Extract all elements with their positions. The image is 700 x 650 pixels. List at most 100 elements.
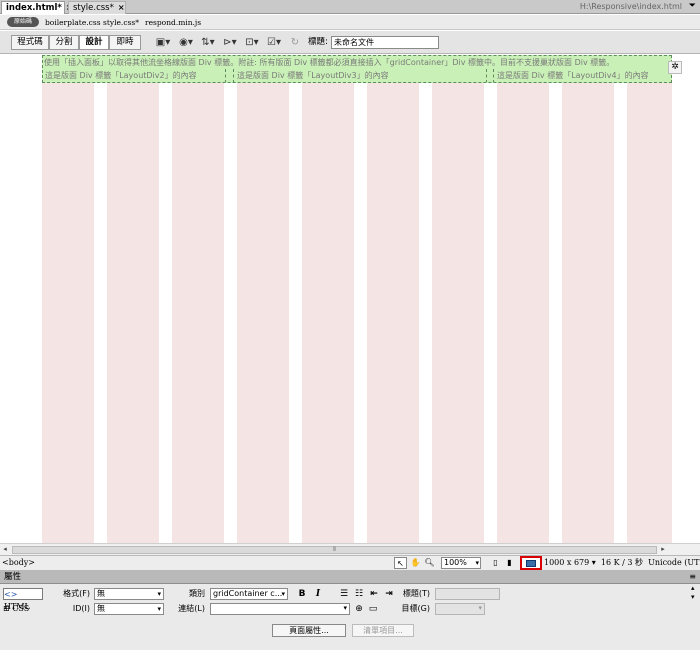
settings-icon[interactable]: ✲ — [668, 61, 682, 74]
split-view-button[interactable]: 分割 — [49, 35, 79, 50]
id-label: ID(I) — [72, 604, 90, 613]
panel-menu-icon[interactable]: ≡ — [689, 571, 696, 583]
design-canvas[interactable]: 使用「插入面板」以取得其他流坐格線版面 Div 標籤。附註: 所有版面 Div … — [0, 55, 700, 543]
source-code-button[interactable]: 原始碼 — [7, 17, 39, 27]
scroll-thumb[interactable]: ⦀ — [12, 546, 657, 554]
page-properties-button[interactable]: 頁面屬性... — [272, 624, 346, 637]
unordered-list-icon[interactable]: ☰ — [337, 588, 351, 600]
format-select[interactable]: 無 ▾ — [94, 588, 164, 600]
related-file-boilerplate[interactable]: boilerplate.css — [45, 17, 101, 28]
bold-button[interactable]: B — [295, 588, 309, 600]
chevron-down-icon: ▾ — [478, 604, 482, 612]
chevron-down-icon: ▾ — [343, 604, 347, 612]
html-mode-button[interactable]: <> HTML — [3, 588, 43, 611]
id-select[interactable]: 無 ▾ — [94, 603, 164, 615]
code-view-button[interactable]: 程式碼 — [11, 35, 49, 50]
desktop-size-button[interactable] — [520, 556, 542, 570]
insert-panel-hint: 使用「插入面板」以取得其他流坐格線版面 Div 標籤。附註: 所有版面 Div … — [44, 58, 615, 67]
pointer-tool-icon[interactable]: ↖ — [394, 557, 407, 569]
title-field[interactable] — [435, 588, 500, 600]
grid-column — [237, 55, 289, 543]
file-path: H:\Responsive\index.html — [579, 2, 682, 11]
code-icon: <> — [4, 590, 18, 599]
layout-div-3[interactable]: 這是版面 Div 標籤「LayoutDiv3」的內容 — [233, 69, 487, 82]
class-label: 類別 — [189, 589, 205, 598]
document-tab-bar: index.html*× style.css* × H:\Responsive\i… — [0, 0, 700, 14]
encoding: Unicode (UTF-8) — [648, 558, 700, 567]
properties-panel-header: 屬性 ≡ — [0, 570, 700, 584]
visual-aids-icon[interactable]: ⊡▾ — [241, 35, 263, 50]
filter-icon[interactable]: ⏷ — [689, 1, 696, 11]
design-view-button[interactable]: 設計 — [79, 35, 109, 50]
file-management-icon[interactable]: ⇅▾ — [197, 35, 219, 50]
link-label: 連結(L) — [178, 604, 205, 613]
document-toolbar: 程式碼 分割 設計 即時 ▣▾ ◉▾ ⇅▾ ⊳▾ ⊡▾ ☑▾ ↻ 標題: 未命名… — [0, 31, 700, 54]
css-mode-button[interactable]: ⊞ CSS — [3, 603, 43, 615]
target-label: 目標(G) — [401, 604, 430, 613]
layout-div-2[interactable]: 這是版面 Div 標籤「LayoutDiv2」的內容 — [43, 69, 226, 82]
list-item-button[interactable]: 清單項目... — [352, 624, 414, 637]
refresh-icon[interactable]: ↻ — [284, 35, 306, 50]
link-input[interactable]: ▾ — [210, 603, 350, 615]
outdent-icon[interactable]: ⇤ — [367, 588, 381, 600]
title-label: 標題: — [308, 37, 328, 47]
grid-column — [42, 55, 94, 543]
title-input[interactable]: 未命名文件 — [331, 36, 439, 49]
format-label: 格式(F) — [63, 589, 90, 598]
zoom-tool-icon[interactable]: 🔍︎ — [423, 557, 436, 569]
hand-tool-icon[interactable]: ✋ — [409, 557, 422, 569]
point-to-file-icon[interactable]: ⊕ — [352, 603, 366, 615]
mode-label: CSS — [12, 604, 30, 613]
italic-button[interactable]: I — [311, 588, 325, 600]
related-file-style[interactable]: style.css* — [103, 17, 139, 28]
panel-title: 屬性 — [4, 572, 22, 582]
related-file-respond[interactable]: respond.min.js — [145, 17, 201, 28]
desktop-icon — [526, 560, 536, 567]
inspect-icon[interactable]: ⊳▾ — [219, 35, 241, 50]
target-select[interactable]: ▾ — [435, 603, 485, 615]
grid-column — [432, 55, 484, 543]
tab-label: index.html* — [6, 3, 62, 13]
panel-expand-arrows[interactable]: ▴ ▾ — [691, 584, 700, 650]
chevron-up-icon: ▴ — [691, 584, 695, 592]
title-field-label: 標題(T) — [402, 589, 430, 598]
chevron-down-icon: ▾ — [157, 590, 161, 598]
mobile-size-icon[interactable]: ▯ — [489, 557, 502, 569]
close-icon[interactable]: × — [118, 3, 125, 12]
related-files-bar: 原始碼 boilerplate.css style.css* respond.m… — [0, 15, 700, 30]
multiscreen-icon[interactable]: ▣▾ — [152, 35, 174, 50]
tab-style-css[interactable]: style.css* × — [68, 1, 126, 14]
grid-column — [562, 55, 614, 543]
horizontal-scrollbar[interactable]: ◂ ⦀ ▸ — [0, 543, 700, 555]
download-size: 16 K / 3 秒 — [600, 558, 644, 567]
tab-label: style.css* — [73, 3, 114, 13]
properties-panel: <> HTML ⊞ CSS 格式(F) 無 ▾ ID(I) 無 ▾ 類別 gridC… — [0, 584, 700, 650]
ordered-list-icon[interactable]: ☷ — [352, 588, 366, 600]
browse-folder-icon[interactable]: ▭ — [366, 603, 380, 615]
status-bar: <body> ↖ ✋ 🔍︎ 100% ▾ ▯ ▮ 1000 x 679 ▾ 16 … — [0, 555, 700, 570]
class-select[interactable]: gridContainer c... ▾ — [210, 588, 288, 600]
tablet-size-icon[interactable]: ▮ — [503, 557, 516, 569]
zoom-value: 100% — [444, 558, 467, 567]
grid-column — [627, 55, 672, 543]
chevron-down-icon: ▾ — [691, 593, 695, 601]
preview-browser-icon[interactable]: ◉▾ — [175, 35, 197, 50]
live-view-button[interactable]: 即時 — [109, 35, 141, 50]
window-size-info[interactable]: 1000 x 679 ▾ 16 K / 3 秒 Unicode (UTF-8) — [544, 557, 700, 569]
scroll-left-icon[interactable]: ◂ — [0, 544, 10, 555]
grid-column — [172, 55, 224, 543]
class-value: gridContainer c... — [213, 589, 283, 598]
window-size: 1000 x 679 — [544, 558, 590, 567]
validate-icon[interactable]: ☑▾ — [263, 35, 285, 50]
indent-icon[interactable]: ⇥ — [382, 588, 396, 600]
chevron-down-icon: ▾ — [281, 590, 285, 598]
scroll-right-icon[interactable]: ▸ — [658, 544, 668, 555]
grid-container[interactable]: 使用「插入面板」以取得其他流坐格線版面 Div 標籤。附註: 所有版面 Div … — [42, 55, 672, 83]
grid-column — [497, 55, 549, 543]
grid-column — [107, 55, 159, 543]
tag-selector[interactable]: <body> — [2, 557, 35, 569]
layout-div-4[interactable]: 這是版面 Div 標籤「LayoutDiv4」的內容 — [493, 69, 671, 82]
zoom-select[interactable]: 100% ▾ — [441, 557, 481, 569]
tab-index-html[interactable]: index.html*× — [1, 1, 73, 14]
chevron-down-icon: ▾ — [157, 605, 161, 613]
